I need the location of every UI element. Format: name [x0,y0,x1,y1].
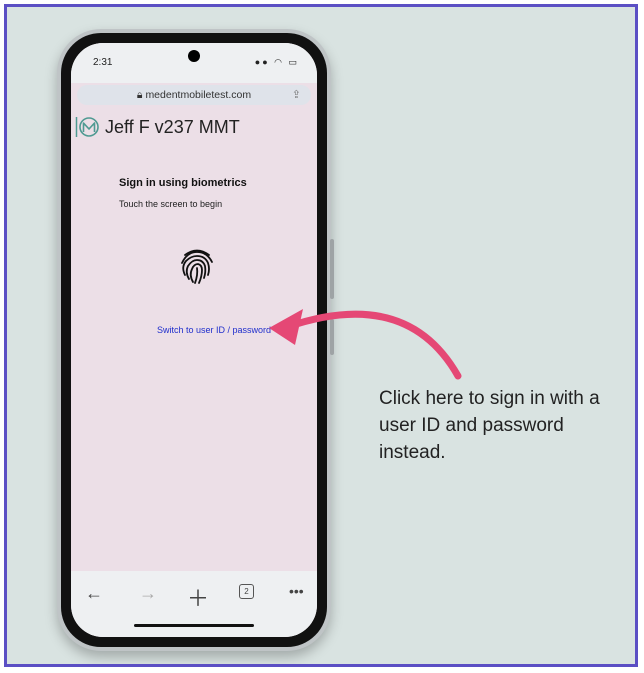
annotation-text: Click here to sign in with a user ID and… [379,388,600,463]
slide-frame: 2:31 ●● ◠ ▭ 🔒︎ medentmobiletest.com ⇪ Je… [4,4,638,667]
annotation-arrow [269,309,462,380]
